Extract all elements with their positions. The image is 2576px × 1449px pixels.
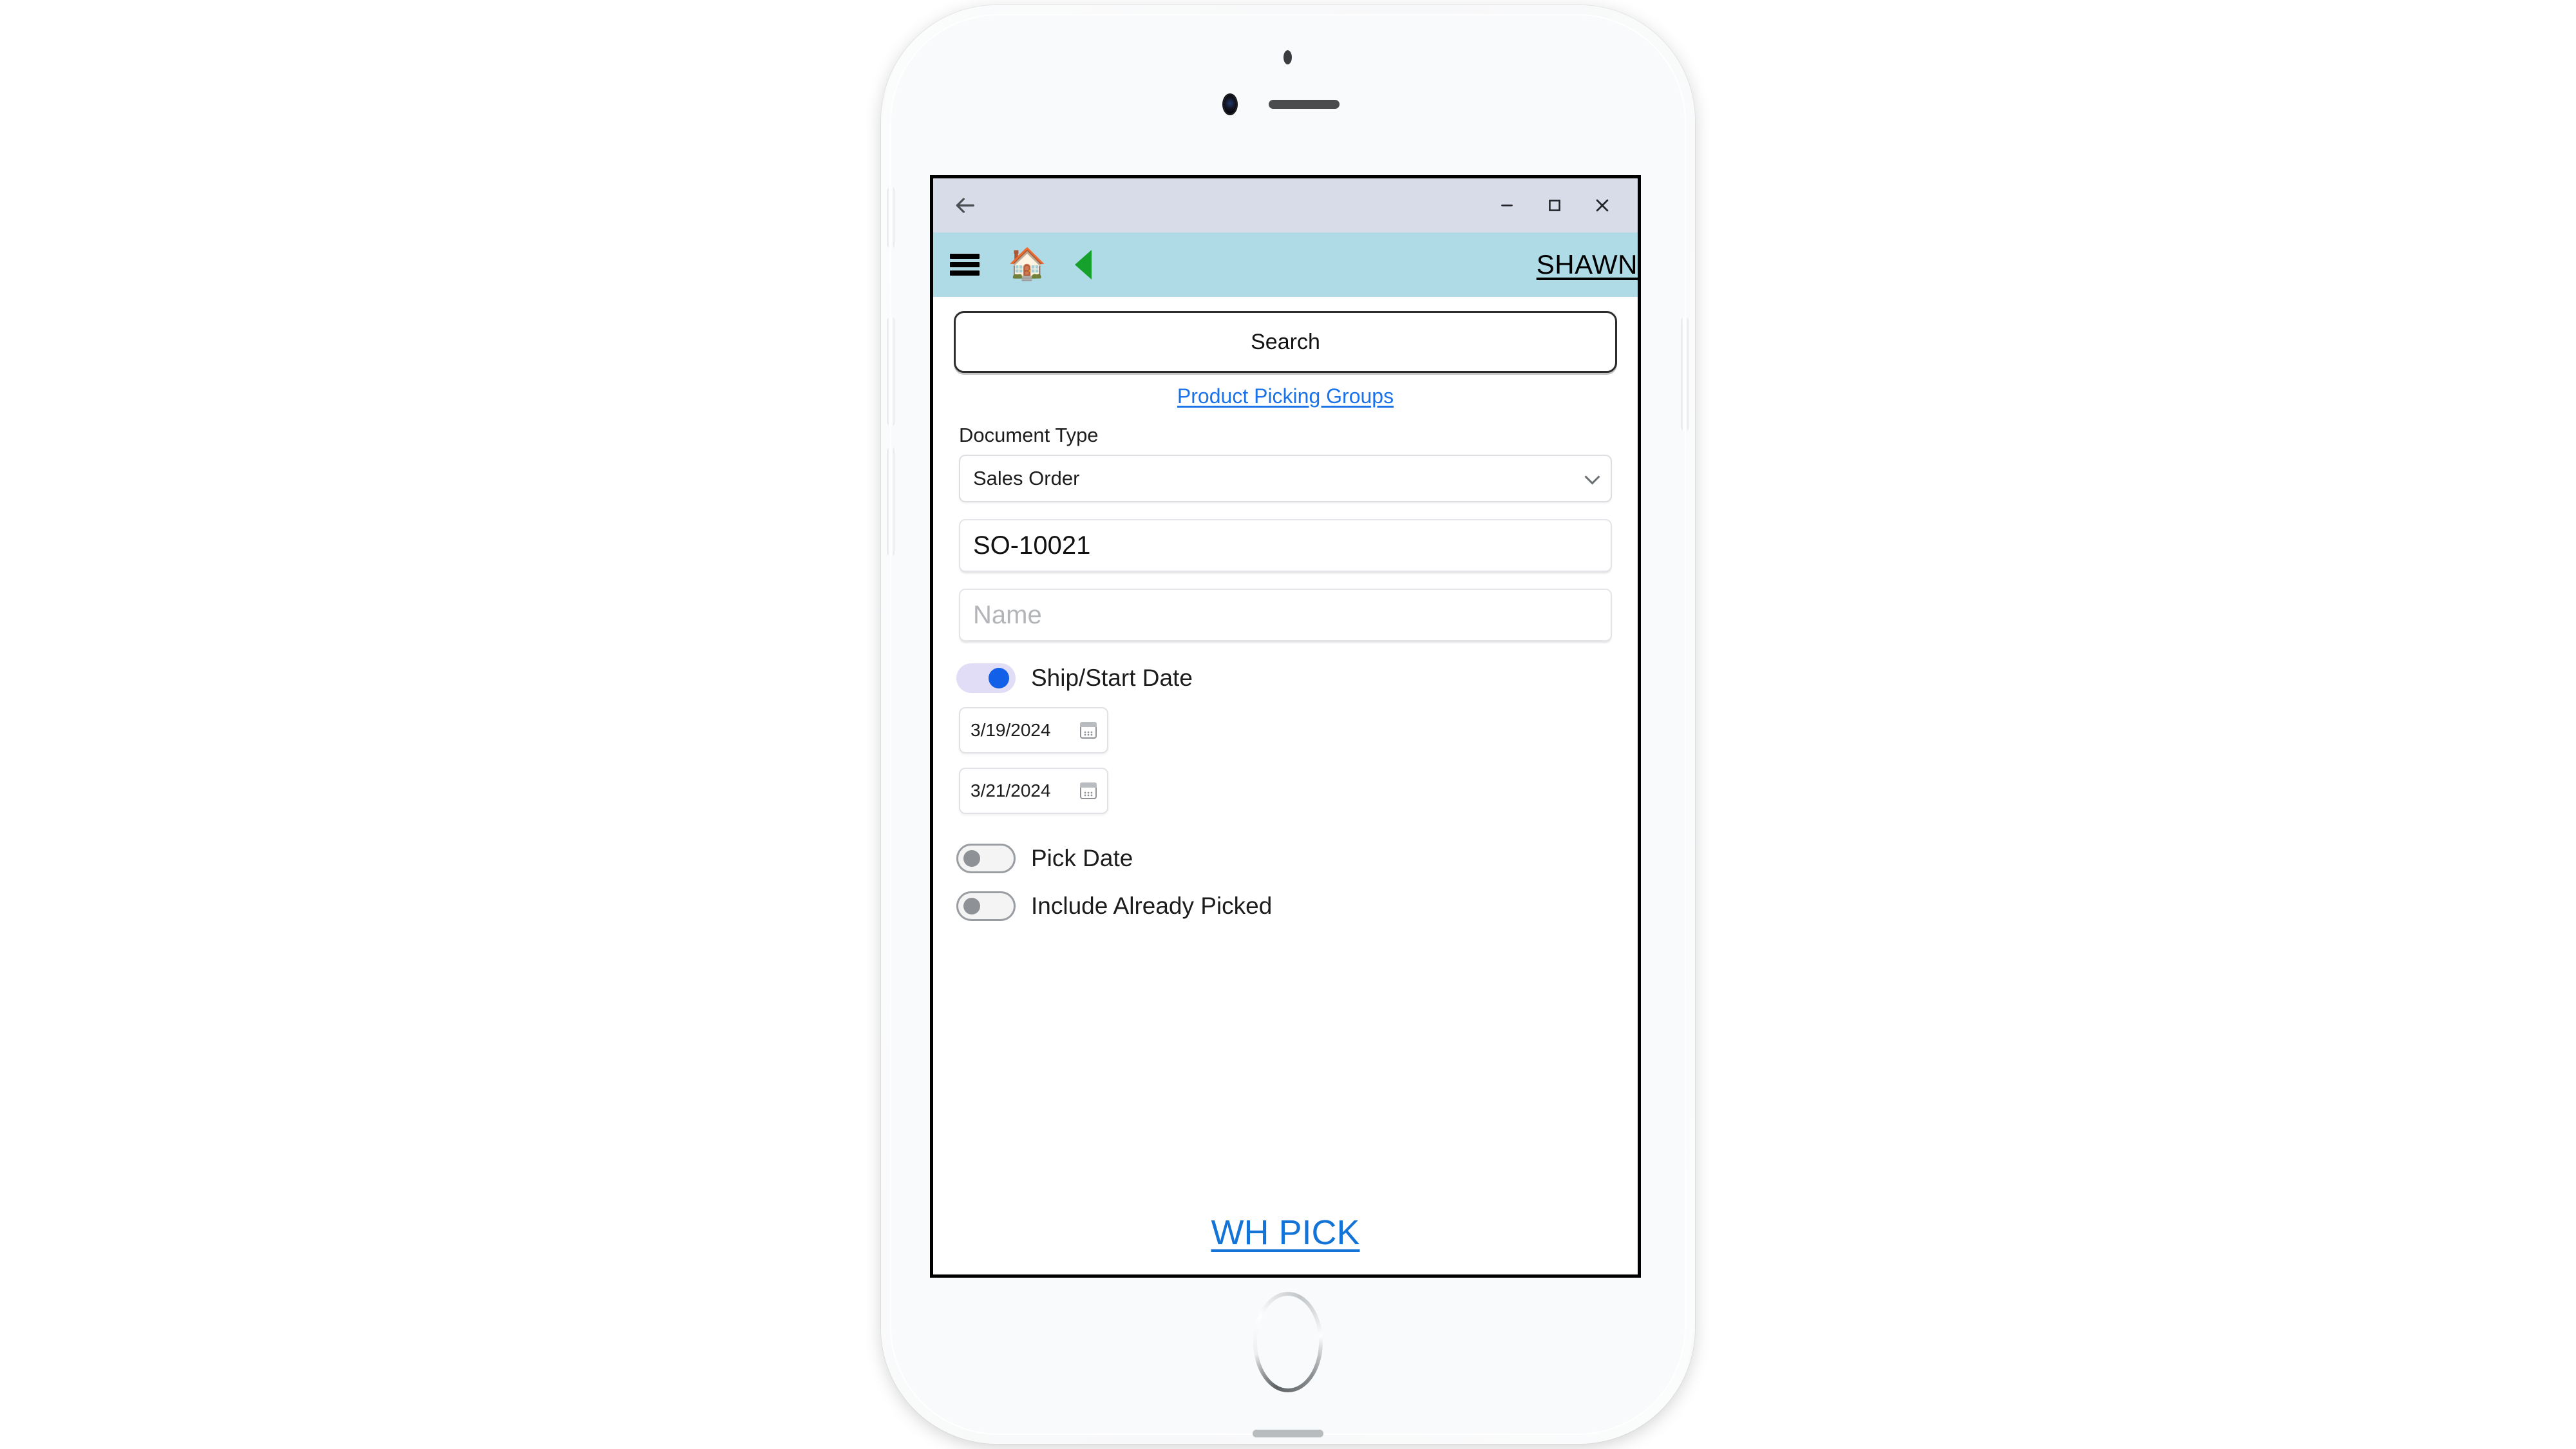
phone-screen: 🏠 SHAWN Search Product Picking Groups Do… — [930, 175, 1641, 1278]
form-body: Search Product Picking Groups Document T… — [933, 297, 1638, 1274]
home-button[interactable] — [1253, 1292, 1323, 1392]
front-camera-icon — [1224, 95, 1236, 114]
close-button[interactable] — [1578, 187, 1626, 223]
home-button-inner — [1257, 1296, 1319, 1388]
wh-pick-link[interactable]: WH PICK — [1211, 1213, 1359, 1252]
toggle-knob — [963, 850, 980, 867]
charging-port — [1253, 1430, 1323, 1437]
back-triangle-icon[interactable] — [1074, 250, 1092, 279]
user-account-link[interactable]: SHAWN — [1537, 249, 1638, 280]
power-button[interactable] — [1681, 317, 1689, 431]
maximize-button[interactable] — [1531, 187, 1578, 223]
volume-up-button[interactable] — [887, 317, 895, 426]
search-button[interactable]: Search — [954, 311, 1617, 373]
home-icon[interactable]: 🏠 — [1008, 249, 1046, 280]
document-type-value: Sales Order — [973, 467, 1080, 489]
calendar-icon[interactable] — [1080, 782, 1097, 799]
earpiece-speaker — [1269, 100, 1340, 109]
minimize-button[interactable] — [1483, 187, 1531, 223]
date-to-field[interactable]: 3/21/2024 — [959, 768, 1108, 814]
product-picking-groups-link[interactable]: Product Picking Groups — [1177, 384, 1394, 408]
date-from-value: 3/19/2024 — [971, 720, 1051, 740]
include-already-picked-label: Include Already Picked — [1031, 893, 1273, 919]
document-type-select[interactable]: Sales Order — [959, 455, 1612, 502]
pick-date-toggle[interactable] — [956, 844, 1016, 873]
ship-start-date-label: Ship/Start Date — [1031, 665, 1193, 691]
document-type-label: Document Type — [959, 424, 1099, 446]
include-already-picked-toggle[interactable] — [956, 891, 1016, 921]
screenshot-stage: 🏠 SHAWN Search Product Picking Groups Do… — [0, 0, 2576, 1449]
silent-switch-button[interactable] — [887, 187, 895, 249]
name-input[interactable] — [959, 589, 1612, 641]
chevron-down-icon — [1584, 469, 1600, 485]
proximity-sensor-icon — [1283, 50, 1292, 64]
product-picking-groups-row: Product Picking Groups — [954, 384, 1617, 408]
hamburger-menu-icon[interactable] — [950, 254, 980, 276]
home-icon-glyph: 🏠 — [1008, 247, 1046, 281]
toggle-knob — [989, 668, 1009, 688]
order-number-input[interactable] — [959, 519, 1612, 572]
date-to-value: 3/21/2024 — [971, 781, 1051, 800]
pick-date-toggle-row: Pick Date — [954, 844, 1617, 873]
window-titlebar — [933, 178, 1638, 232]
toggle-knob — [963, 898, 980, 914]
app-header-bar: 🏠 SHAWN — [933, 232, 1638, 297]
ship-start-date-toggle[interactable] — [956, 663, 1016, 693]
date-from-field[interactable]: 3/19/2024 — [959, 707, 1108, 753]
pick-date-label: Pick Date — [1031, 845, 1133, 871]
wh-pick-row: WH PICK — [933, 1213, 1638, 1253]
calendar-icon[interactable] — [1080, 722, 1097, 739]
ship-start-date-toggle-row: Ship/Start Date — [954, 663, 1617, 693]
include-already-picked-toggle-row: Include Already Picked — [954, 891, 1617, 921]
volume-down-button[interactable] — [887, 447, 895, 556]
window-back-icon[interactable] — [950, 191, 980, 220]
